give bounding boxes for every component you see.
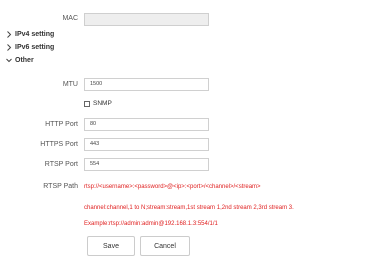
rtsp-path-label: RTSP Path <box>43 183 78 190</box>
http-port-input[interactable]: 80 <box>84 118 209 131</box>
section-ipv4-setting[interactable]: IPv4 setting <box>6 30 54 39</box>
mac-label: MAC <box>62 15 78 22</box>
rtsp-path-format: rtsp://<username>:<password>@<ip>:<port>… <box>84 184 261 190</box>
https-port-input[interactable]: 443 <box>84 138 209 151</box>
rtsp-port-input[interactable]: 554 <box>84 158 209 171</box>
cancel-button[interactable]: Cancel <box>140 236 190 256</box>
save-button[interactable]: Save <box>87 236 135 256</box>
section-ipv6-label: IPv6 setting <box>15 44 55 51</box>
rtsp-port-label: RTSP Port <box>44 161 78 168</box>
https-port-label: HTTPS Port <box>40 141 78 148</box>
section-other-label: Other <box>15 57 34 64</box>
http-port-label: HTTP Port <box>45 121 78 128</box>
chevron-down-icon <box>6 56 12 65</box>
mtu-label: MTU <box>62 81 78 88</box>
snmp-checkbox[interactable] <box>84 100 90 107</box>
section-other[interactable]: Other <box>6 56 34 65</box>
chevron-right-icon <box>6 43 12 52</box>
mtu-input[interactable]: 1500 <box>84 78 209 91</box>
section-ipv4-label: IPv4 setting <box>15 31 55 38</box>
mac-field[interactable] <box>84 13 209 26</box>
snmp-option[interactable]: SNMP <box>84 100 112 107</box>
rtsp-channel-note: channel:channel,1 to N;stream:stream,1st… <box>84 205 294 211</box>
section-ipv6-setting[interactable]: IPv6 setting <box>6 43 54 52</box>
chevron-right-icon <box>6 30 12 39</box>
snmp-label: SNMP <box>93 100 112 107</box>
rtsp-example: Example:rtsp://admin:admin@192.168.1.3:5… <box>84 221 218 227</box>
